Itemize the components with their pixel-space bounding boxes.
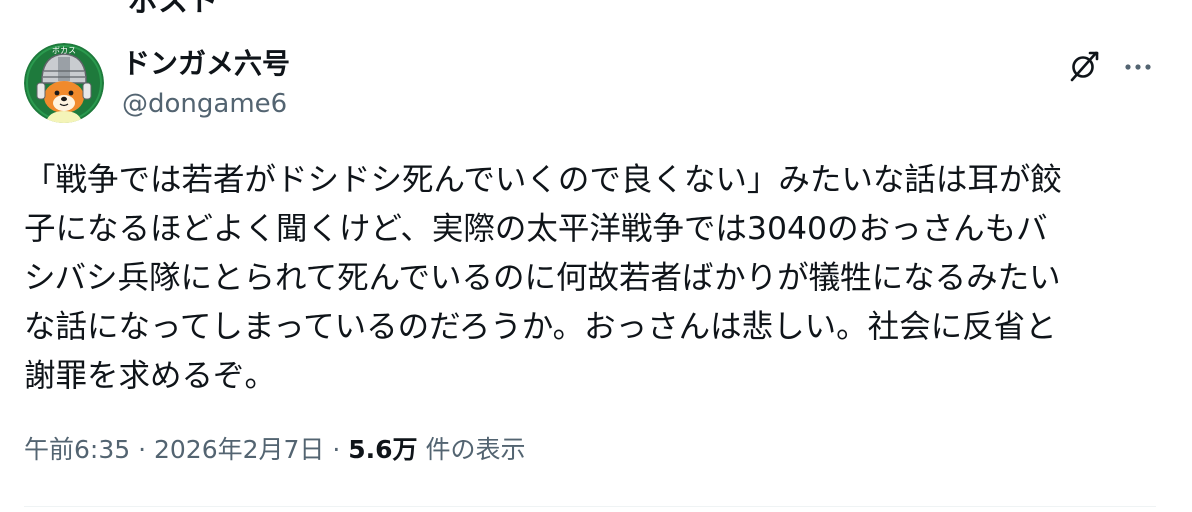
tweet-text-line: 謝罪を求めるぞ。 [24,358,277,394]
grok-icon [1070,51,1099,82]
views-label: 件の表示 [417,435,526,464]
grok-button[interactable] [1064,46,1104,86]
meta-separator: · [130,435,154,464]
tweet-text-line: 「戦争では若者がドシドシ死んでいくので良くない」みたいな話は耳が餃 [24,162,1062,198]
more-options-button[interactable] [1118,46,1158,86]
tweet-text: 「戦争では若者がドシドシ死んでいくので良くない」みたいな話は耳が餃 子になるほど… [24,156,1164,401]
author-handle[interactable]: @dongame6 [122,86,290,122]
tweet-time[interactable]: 午前6:35 [24,435,130,464]
helmet-dog-avatar-icon: ボカス [24,43,104,123]
tweet-text-line: な話になってしまっているのだろうか。おっさんは悲しい。社会に反省と [24,309,1057,345]
divider [24,506,1156,507]
tweet-author: ドンガメ六号 @dongame6 [122,46,290,122]
views-count[interactable]: 5.6万 [348,435,417,464]
tweet-meta: 午前6:35 · 2026年2月7日 · 5.6万 件の表示 [24,432,526,468]
meta-separator: · [324,435,349,464]
author-display-name[interactable]: ドンガメ六号 [122,46,290,82]
tweet-text-line: 子になるほどよく聞くけど、実際の太平洋戦争では3040のおっさんもバ [24,211,1048,247]
avatar-text: ボカス [52,46,76,55]
more-horizontal-icon [1125,64,1151,70]
tweet-detail-page: ポスト ボカス ドンガメ六号 @dongame6 「戦争では若者がドシドシ死んで… [0,0,1192,512]
avatar[interactable]: ボカス [24,43,104,123]
tweet-text-line: シバシ兵隊にとられて死んでいるのに何故若者ばかりが犠牲になるみたい [24,260,1061,296]
page-header-title-cut: ポスト [128,0,218,19]
tweet-date[interactable]: 2026年2月7日 [154,435,324,464]
